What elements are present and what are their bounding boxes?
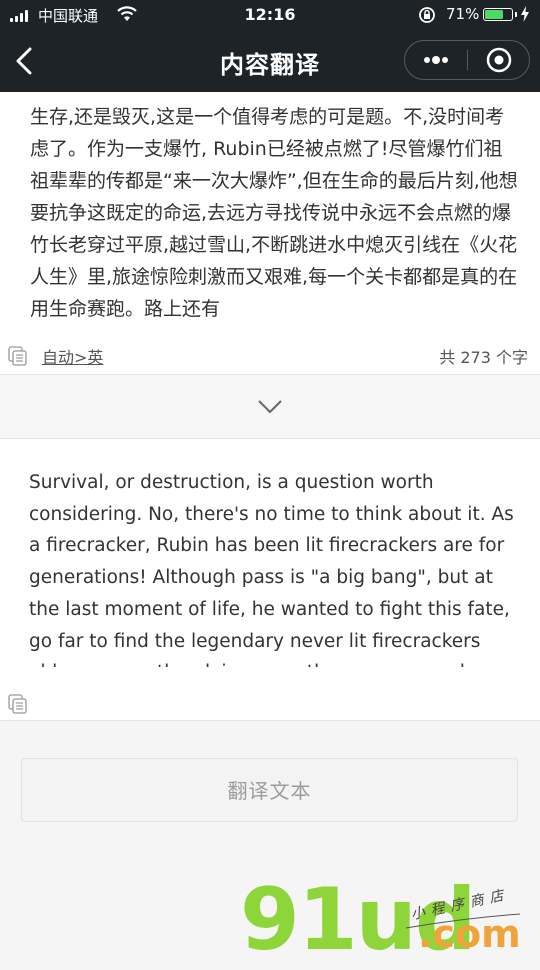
navigation-bar: 内容翻译 [0, 30, 540, 92]
watermark-swoosh [405, 913, 521, 929]
more-dots-icon[interactable] [405, 41, 467, 79]
source-text[interactable]: 生存,还是毁灭,这是一个值得考虑的可是题。不,没时间考虑了。作为一支爆竹, Ru… [30, 101, 520, 325]
top-bar: 中国联通 12:16 71% 内容翻译 [0, 0, 540, 92]
charging-bolt-icon [521, 6, 529, 22]
source-text-card: 生存,还是毁灭,这是一个值得考虑的可是题。不,没时间考虑了。作为一支爆竹, Ru… [0, 92, 540, 375]
lock-rotation-icon [419, 7, 435, 23]
battery-percent: 71% [446, 5, 480, 23]
copy-icon[interactable] [8, 346, 28, 366]
status-bar: 中国联通 12:16 71% [0, 0, 540, 30]
translate-button[interactable]: 翻译文本 [21, 758, 518, 822]
direction-bar [0, 375, 540, 439]
translation-text[interactable]: Survival, or destruction, is a question … [29, 467, 524, 667]
language-selector[interactable]: 自动>英 [42, 344, 103, 368]
character-count: 共 273 个字 [439, 348, 528, 367]
chevron-down-icon [258, 400, 282, 414]
battery-icon [483, 8, 517, 21]
close-target-icon[interactable] [468, 41, 530, 79]
copy-icon[interactable] [8, 694, 28, 714]
mini-program-capsule [404, 40, 530, 80]
translation-result-card: Survival, or destruction, is a question … [0, 439, 540, 721]
